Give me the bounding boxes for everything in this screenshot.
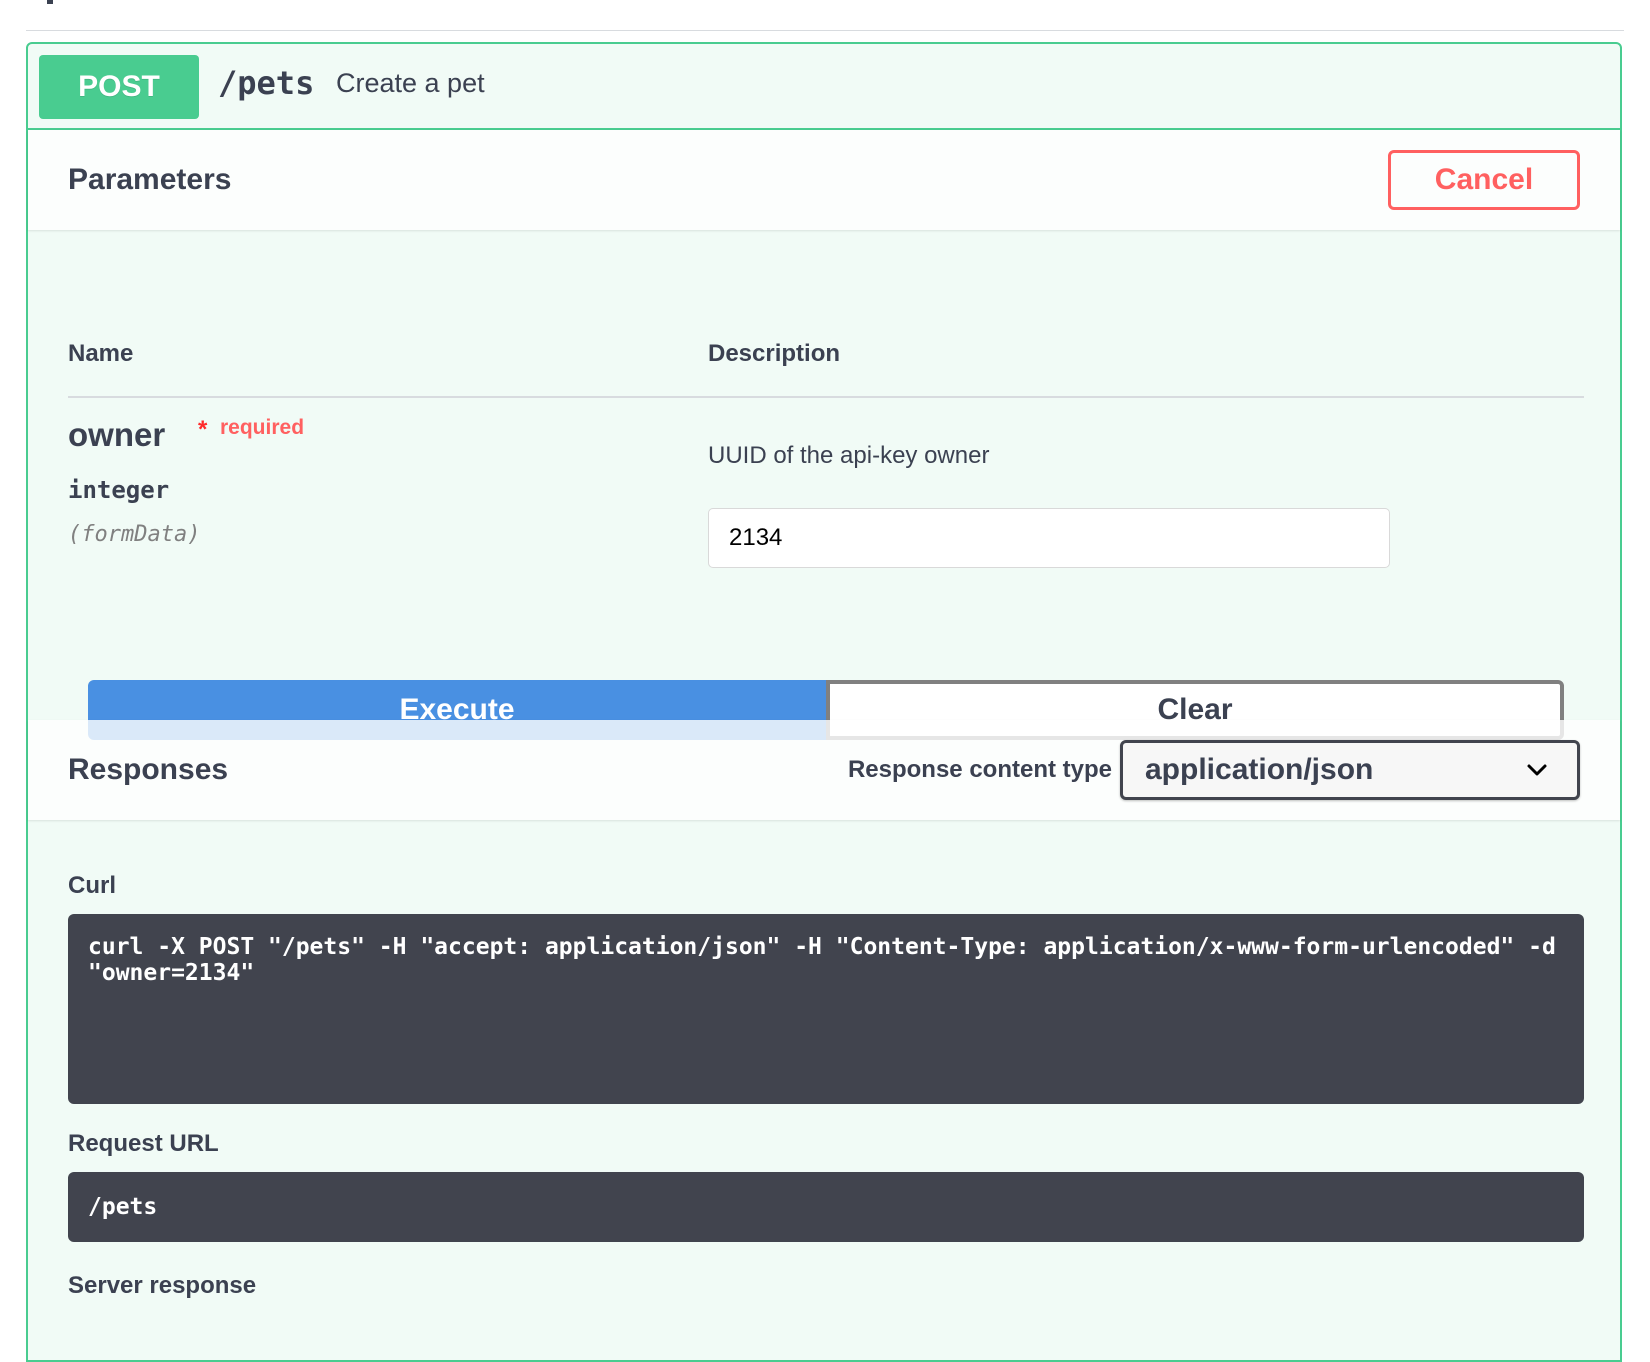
parameter-location: (formData) bbox=[68, 522, 201, 547]
table-header-divider bbox=[68, 396, 1584, 398]
server-response-label: Server response bbox=[68, 1272, 257, 1299]
required-label: required bbox=[220, 416, 305, 439]
required-asterisk: * bbox=[198, 416, 208, 443]
parameters-title: Parameters bbox=[68, 163, 232, 196]
cancel-button[interactable]: Cancel bbox=[1388, 150, 1580, 210]
request-url-label: Request URL bbox=[68, 1130, 219, 1157]
response-content-type-label: Response content type bbox=[847, 756, 1112, 783]
top-fragment bbox=[47, 0, 53, 4]
parameter-description: UUID of the api-key owner bbox=[708, 442, 990, 469]
responses-title: Responses bbox=[68, 753, 229, 786]
responses-header: Responses Response content type applicat… bbox=[28, 720, 1620, 820]
chevron-down-icon bbox=[1527, 764, 1547, 776]
parameter-name: owner bbox=[68, 416, 166, 453]
parameters-header: Parameters Cancel bbox=[28, 130, 1620, 230]
request-url-block: /pets bbox=[68, 1172, 1584, 1242]
operation-path: /pets bbox=[218, 64, 315, 102]
curl-label: Curl bbox=[68, 872, 116, 899]
http-method-badge: POST bbox=[39, 55, 199, 119]
owner-input[interactable] bbox=[708, 508, 1390, 568]
response-content-type-select[interactable]: application/json bbox=[1120, 740, 1580, 800]
column-header-name: Name bbox=[68, 340, 134, 367]
parameter-type: integer bbox=[68, 476, 170, 504]
curl-command-block: curl -X POST "/pets" -H "accept: applica… bbox=[68, 914, 1584, 1104]
section-divider bbox=[26, 30, 1624, 31]
response-content-type-value: application/json bbox=[1145, 753, 1374, 786]
operation-block-post-pets: POST /pets Create a pet Parameters Cance… bbox=[26, 42, 1622, 1362]
operation-summary-text: Create a pet bbox=[336, 68, 485, 98]
operation-summary[interactable]: POST /pets Create a pet bbox=[28, 44, 1620, 130]
column-header-description: Description bbox=[708, 340, 841, 367]
